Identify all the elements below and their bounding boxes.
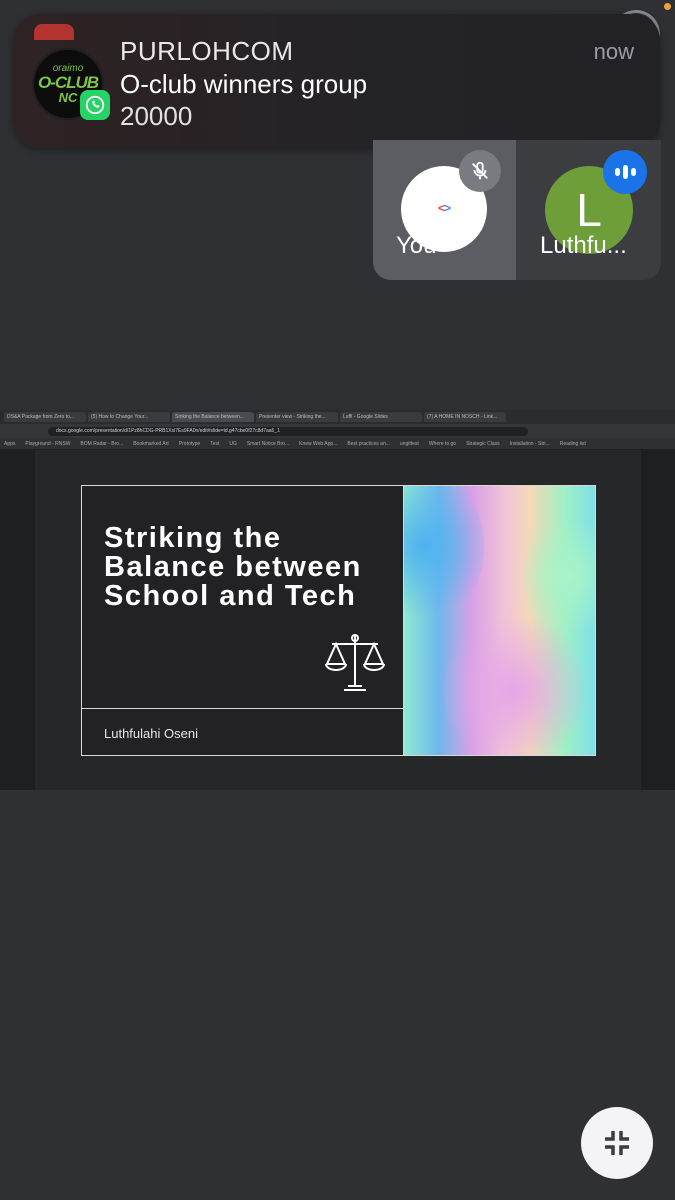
self-name-label: You: [396, 232, 437, 259]
bookmark-item: ungittest: [399, 440, 419, 447]
bookmark-item: Test: [210, 440, 220, 447]
slide-author: Luthfulahi Oseni: [104, 726, 198, 741]
participant-tiles: <> You L Luthfu...: [373, 140, 661, 280]
bookmark-item: Strategic Class: [466, 440, 500, 447]
gdsc-logo-icon: <>: [437, 200, 451, 215]
bookmark-item: Installation - Stri...: [509, 440, 550, 447]
browser-tab: Luffi - Google Slides: [340, 412, 422, 422]
bookmark-item: Best practices an...: [347, 440, 390, 447]
bookmark-item: Playground - RNSW: [25, 440, 71, 447]
bookmark-item: Bookmarked Art: [133, 440, 169, 447]
notification-edge: [34, 24, 74, 40]
shared-screen: DS&A Package from Zero to... (5) How to …: [0, 410, 675, 790]
avatar-text-line2: O-CLUB: [37, 73, 99, 92]
browser-tab-bar: DS&A Package from Zero to... (5) How to …: [0, 410, 675, 424]
self-tile[interactable]: <> You: [373, 140, 516, 280]
status-indicator: [664, 3, 671, 10]
exit-fullscreen-icon: [605, 1131, 629, 1155]
bookmark-item: Apps: [4, 440, 16, 447]
bookmark-item: Knew Web App...: [299, 440, 338, 447]
exit-fullscreen-button[interactable]: [581, 1107, 653, 1179]
bookmarks-bar: Apps Playground - RNSW BOM Radar - Bro..…: [0, 438, 675, 449]
participant-tile[interactable]: L Luthfu...: [516, 140, 661, 280]
mic-muted-icon: [459, 150, 501, 192]
slide-divider: [82, 708, 403, 709]
notification-time: now: [593, 39, 634, 64]
browser-url-bar: docs.google.com/presentation/d/1Pz8hCDG-…: [0, 424, 675, 438]
presentation-area: Striking the Balance between School and …: [35, 450, 641, 790]
speaking-indicator-icon: [603, 150, 647, 194]
browser-tab: (7) A HOME IN NOSCH - Link...: [424, 412, 506, 422]
browser-tab-active: Striking the Balance between...: [172, 412, 254, 422]
browser-tab: DS&A Package from Zero to...: [4, 412, 86, 422]
gradient-artwork: [404, 486, 595, 755]
gradient-blob: [404, 486, 484, 626]
browser-tab: (5) How to Change Your...: [88, 412, 170, 422]
whatsapp-notification[interactable]: oraimo O-CLUB NC PURLOHCOM O-club winner…: [14, 14, 660, 148]
bookmark-item: BOM Radar - Bro...: [80, 440, 124, 447]
browser-tab: Presenter view - Striking the...: [256, 412, 338, 422]
avatar-text-line3: NC: [58, 90, 78, 105]
slide-title: Striking the Balance between School and …: [104, 522, 362, 612]
bookmark-item: Where to go: [428, 440, 457, 447]
bookmark-item: Smart Notice Bro...: [246, 440, 290, 447]
notification-body: 20000: [120, 101, 193, 131]
notification-title: PURLOHCOM: [120, 36, 294, 66]
bookmark-item: Prototype: [178, 440, 201, 447]
bookmark-item: UG: [229, 440, 237, 447]
balance-scale-icon: [322, 630, 388, 701]
notification-subtitle: O-club winners group: [120, 69, 368, 99]
participant-name-label: Luthfu...: [540, 232, 627, 259]
bookmark-item: Reading list: [559, 440, 586, 447]
url-field: docs.google.com/presentation/d/1Pz8hCDG-…: [48, 426, 528, 436]
whatsapp-icon: [80, 90, 110, 120]
presentation-slide: Striking the Balance between School and …: [81, 485, 596, 756]
